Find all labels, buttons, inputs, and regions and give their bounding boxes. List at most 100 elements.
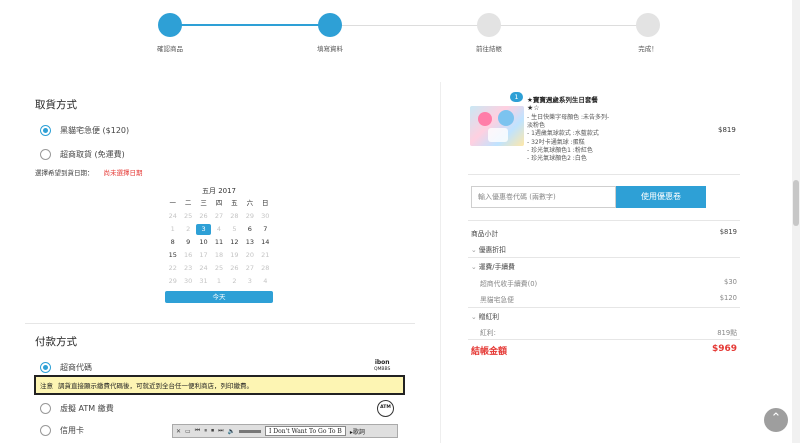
calendar-day[interactable]: 11 [211, 237, 226, 248]
step-dot [477, 13, 501, 37]
calendar-day[interactable]: 10 [196, 237, 211, 248]
item-thumbnail[interactable] [470, 106, 524, 146]
apply-coupon-button[interactable]: 使用優惠卷 [616, 186, 706, 208]
calendar-day: 24 [199, 264, 208, 272]
payment-option-store-code[interactable]: 超商代碼 [40, 362, 92, 373]
calendar-today-button[interactable]: 今天 [165, 291, 273, 303]
step-label: 填寫資料 [317, 45, 343, 53]
calendar-day: 3 [247, 277, 252, 285]
track-title: I Don't Want To Go To B [265, 426, 346, 436]
cart-item: 1 ★寶寶週歲系列生日套餐 ★☆ - 生日快樂字母顏色 :未告多列- 淡粉色 -… [470, 92, 740, 172]
calendar-weekday: 二 [184, 199, 192, 207]
next-icon[interactable]: ⏭ [218, 427, 223, 435]
media-player-bar: ✕ ▭ ⏮ ⏸ ⏹ ⏭ 🔈 I Don't Want To Go To B ▸歌… [172, 424, 398, 438]
item-rating-stars: ★☆ [527, 104, 540, 112]
bonus-row[interactable]: ⌄ 贈紅利 [471, 311, 737, 321]
pickup-option-home-delivery[interactable]: 黑貓宅急便 ($120) [40, 125, 129, 136]
total-row: 結帳金額 $969 [471, 344, 737, 357]
calendar-day-today[interactable]: 3 [195, 224, 212, 235]
subtotal-value: $819 [719, 228, 737, 236]
calendar-day: 17 [199, 251, 208, 259]
calendar-day: 31 [199, 277, 208, 285]
calendar-day: 25 [183, 212, 193, 220]
pickup-option-store-pickup[interactable]: 超商取貨 (免運費) [40, 149, 125, 160]
item-name[interactable]: ★寶寶週歲系列生日套餐 [527, 94, 598, 104]
total-value: $969 [711, 344, 737, 354]
checkout-stepper: 確認商品 填寫資料 前往結帳 完成！ [0, 0, 800, 60]
delivery-date-label: 選擇希望到貨日期： [35, 169, 94, 177]
step-confirm-items: 確認商品 [130, 13, 210, 53]
section-divider [25, 323, 415, 324]
radio-button[interactable] [40, 125, 51, 136]
calendar-day: 22 [168, 264, 177, 272]
stop-icon[interactable]: ⏹ [211, 427, 214, 435]
previous-icon[interactable]: ⏮ [195, 427, 200, 435]
subtotal-label: 商品小計 [471, 230, 499, 238]
lyrics-menu-button[interactable]: ▸歌詞 [350, 427, 365, 436]
calendar-weekday: 三 [200, 199, 207, 207]
ibon-logo-icon: ibon QMBBS [374, 359, 390, 373]
calendar-weekday: 日 [262, 199, 269, 207]
scrollbar-thumb[interactable] [793, 180, 799, 226]
calendar-day: 24 [168, 212, 177, 220]
calendar-day[interactable]: 6 [242, 224, 257, 235]
atm-icon: ATM [377, 400, 394, 417]
radio-button[interactable] [40, 425, 51, 436]
calendar-day[interactable]: 15 [165, 250, 180, 261]
calendar-day: 29 [245, 212, 254, 220]
item-option: - 32吋卡通氣球 :蛋糕 [527, 138, 585, 146]
shipping-detail-row: 超商代收手續費(0) $30 [471, 278, 737, 288]
calendar-day[interactable]: 14 [258, 237, 273, 248]
item-option: - 生日快樂字母顏色 :未告多列- [527, 114, 610, 121]
payment-option-credit-card[interactable]: 信用卡 [40, 425, 84, 436]
radio-label: 黑貓宅急便 ($120) [60, 126, 130, 135]
radio-button[interactable] [40, 149, 51, 160]
payment-option-atm[interactable]: 虛擬 ATM 繳費 [40, 403, 114, 414]
payment-title: 付款方式 [35, 336, 77, 348]
row-divider [468, 307, 740, 308]
calendar-day[interactable]: 8 [165, 237, 180, 248]
scroll-to-top-button[interactable]: ⌃ [764, 408, 788, 432]
step-dot [636, 13, 660, 37]
volume-slider[interactable] [239, 429, 262, 433]
calendar-day: 30 [261, 212, 270, 220]
discount-label: 優惠折扣 [478, 246, 506, 254]
calendar-month-title: 五月 2017 [201, 187, 237, 195]
column-divider [440, 82, 441, 443]
calendar-day: 27 [214, 212, 224, 220]
balloon-shape [478, 112, 492, 126]
calendar-day: 21 [261, 251, 270, 259]
close-icon[interactable]: ✕ [176, 428, 181, 435]
pause-icon[interactable]: ⏸ [204, 427, 207, 435]
discount-row[interactable]: ⌄ 優惠折扣 [471, 244, 737, 254]
shipping-detail-label: 黑貓宅急便 [480, 296, 514, 304]
shipping-detail-value: $120 [719, 294, 737, 302]
calendar-day[interactable]: 12 [227, 237, 242, 248]
calendar-day: 28 [261, 264, 270, 272]
calendar-grid: 一二三四五六日 24 25 26 27 28 29 30 1 2 3 4 5 6 7 8 9 10 11 12 13 14… [165, 198, 273, 287]
step-label: 確認商品 [157, 45, 183, 53]
calendar-day[interactable]: 13 [242, 237, 257, 248]
step-label: 完成！ [638, 45, 658, 53]
calendar-weekday: 六 [246, 199, 254, 207]
calendar-day: 26 [230, 264, 239, 272]
banner-shape [488, 128, 508, 142]
window-icon[interactable]: ▭ [185, 428, 191, 435]
notice-prefix: 注意 [40, 382, 53, 390]
bonus-detail-value: 819點 [717, 329, 737, 337]
volume-icon[interactable]: 🔈 [228, 428, 235, 435]
item-option: - 1週歲氣球款式 :水藍款式 [527, 130, 599, 138]
delivery-date-warning: 尚未選擇日期 [103, 169, 143, 177]
step-dot [318, 13, 342, 37]
calendar-weekday: 四 [215, 199, 223, 207]
date-picker: 五月 2017 一二三四五六日 24 25 26 27 28 29 30 1 2 3 4 5 6 7 8 9 10… [165, 186, 273, 303]
calendar-day[interactable]: 9 [180, 237, 195, 248]
radio-label: 虛擬 ATM 繳費 [60, 404, 114, 413]
coupon-input[interactable]: 輸入優惠卷代碼 (兩數字) [471, 186, 616, 208]
radio-button[interactable] [40, 403, 51, 414]
calendar-day: 19 [230, 251, 239, 259]
shipping-row[interactable]: ⌄ 運費/手續費 [471, 261, 737, 271]
radio-button[interactable] [40, 362, 51, 373]
calendar-day[interactable]: 7 [258, 224, 273, 235]
chevron-down-icon: ⌄ [471, 263, 477, 271]
